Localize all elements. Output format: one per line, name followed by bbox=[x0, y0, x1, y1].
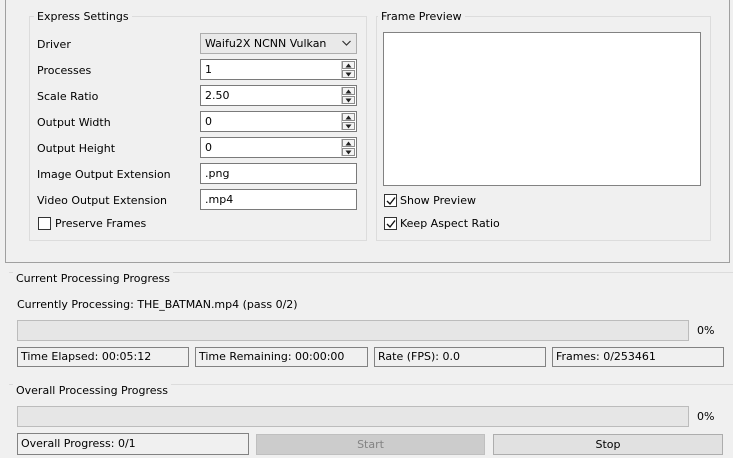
processes-value: 1 bbox=[205, 63, 212, 76]
caret-down-icon bbox=[345, 98, 352, 103]
time-elapsed-box: Time Elapsed: 00:05:12 bbox=[17, 347, 189, 367]
output-height-spin-buttons bbox=[341, 139, 355, 156]
processes-spinbox[interactable]: 1 bbox=[200, 59, 357, 80]
overall-progress-box: Overall Progress: 0/1 bbox=[17, 433, 249, 455]
scale-ratio-decrement-button[interactable] bbox=[342, 96, 355, 104]
frames-box: Frames: 0/253461 bbox=[552, 347, 724, 367]
current-progress-bar bbox=[17, 320, 689, 341]
caret-up-icon bbox=[345, 89, 352, 94]
preserve-frames-label[interactable]: Preserve Frames bbox=[55, 217, 146, 231]
scale-ratio-spin-buttons bbox=[341, 87, 355, 104]
processes-increment-button[interactable] bbox=[342, 61, 355, 69]
caret-down-icon bbox=[345, 124, 352, 129]
video-ext-label: Video Output Extension bbox=[37, 194, 168, 207]
processes-spin-buttons bbox=[341, 61, 355, 78]
video-ext-value: .mp4 bbox=[205, 193, 234, 206]
overall-progress-percent: 0% bbox=[697, 410, 715, 423]
caret-up-icon bbox=[345, 115, 352, 120]
caret-down-icon bbox=[345, 72, 352, 77]
output-height-label: Output Height bbox=[37, 142, 116, 155]
overall-progress-title: Overall Processing Progress bbox=[13, 384, 171, 397]
chevron-down-icon bbox=[342, 40, 351, 46]
caret-down-icon bbox=[345, 150, 352, 155]
driver-select-value: Waifu2X NCNN Vulkan bbox=[205, 37, 327, 50]
checkmark-icon bbox=[386, 220, 396, 229]
time-remaining-box: Time Remaining: 00:00:00 bbox=[195, 347, 368, 367]
overall-progress-bar bbox=[17, 406, 689, 427]
processes-decrement-button[interactable] bbox=[342, 70, 355, 78]
rate-box: Rate (FPS): 0.0 bbox=[374, 347, 546, 367]
output-width-label: Output Width bbox=[37, 116, 111, 129]
video-ext-field[interactable]: .mp4 bbox=[200, 189, 357, 210]
output-width-spinbox[interactable]: 0 bbox=[200, 111, 357, 132]
processes-label: Processes bbox=[37, 64, 92, 77]
output-height-decrement-button[interactable] bbox=[342, 148, 355, 156]
driver-label: Driver bbox=[37, 38, 71, 51]
output-width-value: 0 bbox=[205, 115, 212, 128]
output-height-increment-button[interactable] bbox=[342, 139, 355, 147]
image-ext-field[interactable]: .png bbox=[200, 163, 357, 184]
caret-up-icon bbox=[345, 141, 352, 146]
output-height-spinbox[interactable]: 0 bbox=[200, 137, 357, 158]
stop-button[interactable]: Stop bbox=[493, 434, 723, 455]
current-progress-title: Current Processing Progress bbox=[13, 272, 173, 285]
scale-ratio-label: Scale Ratio bbox=[37, 90, 99, 103]
preserve-frames-checkbox[interactable] bbox=[38, 217, 51, 230]
output-height-value: 0 bbox=[205, 141, 212, 154]
driver-select[interactable]: Waifu2X NCNN Vulkan bbox=[200, 33, 357, 54]
scale-ratio-increment-button[interactable] bbox=[342, 87, 355, 95]
output-width-spin-buttons bbox=[341, 113, 355, 130]
express-settings-title: Express Settings bbox=[34, 10, 132, 23]
output-width-decrement-button[interactable] bbox=[342, 122, 355, 130]
frame-preview-area bbox=[383, 32, 701, 186]
show-preview-checkbox[interactable] bbox=[384, 194, 397, 207]
caret-up-icon bbox=[345, 63, 352, 68]
start-button[interactable]: Start bbox=[256, 434, 485, 455]
frame-preview-title: Frame Preview bbox=[378, 10, 465, 23]
scale-ratio-spinbox[interactable]: 2.50 bbox=[200, 85, 357, 106]
keep-aspect-ratio-checkbox[interactable] bbox=[384, 217, 397, 230]
scale-ratio-value: 2.50 bbox=[205, 89, 230, 102]
image-ext-value: .png bbox=[205, 167, 230, 180]
keep-aspect-ratio-label[interactable]: Keep Aspect Ratio bbox=[400, 217, 500, 231]
current-progress-percent: 0% bbox=[697, 324, 715, 337]
checkmark-icon bbox=[386, 197, 396, 206]
output-width-increment-button[interactable] bbox=[342, 113, 355, 121]
show-preview-label[interactable]: Show Preview bbox=[400, 194, 476, 208]
image-ext-label: Image Output Extension bbox=[37, 168, 171, 181]
currently-processing-text: Currently Processing: THE_BATMAN.mp4 (pa… bbox=[17, 298, 298, 311]
